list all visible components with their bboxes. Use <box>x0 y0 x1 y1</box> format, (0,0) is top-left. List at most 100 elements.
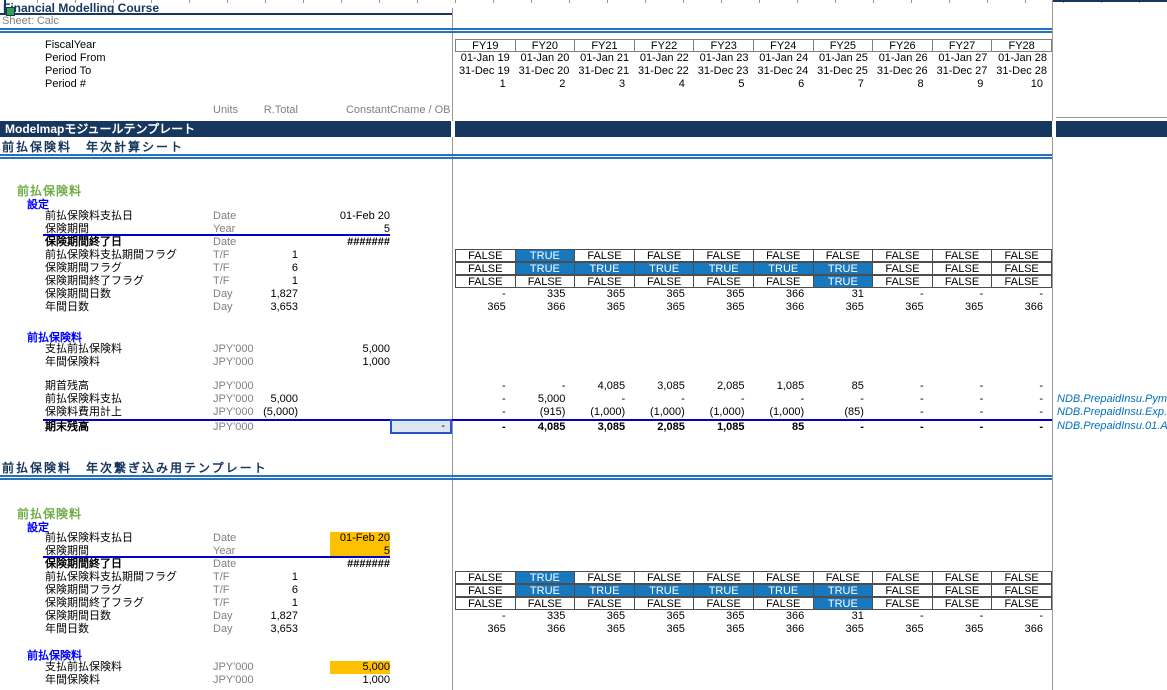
units-cell: Date <box>213 236 236 249</box>
value-cell: - <box>873 380 933 393</box>
constant-cell: 01-Feb 20 <box>330 210 390 223</box>
days-cell: 366 <box>992 623 1052 636</box>
row-label: 保険期間フラグ <box>45 584 122 597</box>
flag-cell: FALSE <box>515 597 576 610</box>
value-cell: - <box>634 393 694 406</box>
value-cell: 3,085 <box>634 380 694 393</box>
period-from-label: Period From <box>45 52 106 65</box>
year-days-cells: 365366365365365366365365365366 <box>455 301 1052 314</box>
input-cell-payment-date[interactable]: 01-Feb 20 <box>330 532 390 545</box>
row-payment-period-flag-link: 前払保険料支払期間フラグ T/F 1 FALSETRUEFALSEFALSEFA… <box>0 571 1167 584</box>
flag-cell: FALSE <box>753 571 814 584</box>
flag-cell: FALSE <box>455 275 516 288</box>
flag-cell: FALSE <box>634 571 695 584</box>
rtotal-cell: 1,827 <box>225 288 298 301</box>
ndb-ref-closing: NDB.PrepaidInsu.01.A.C <box>1057 420 1167 433</box>
input-cell-premium[interactable]: 5,000 <box>330 661 390 674</box>
row-period-flag-link: 保険期間フラグ T/F 6 FALSETRUETRUETRUETRUETRUET… <box>0 584 1167 597</box>
days-cell: - <box>873 610 933 623</box>
flag-cell: FALSE <box>813 571 874 584</box>
period-num-row: Period # 12345678910 <box>0 78 1167 91</box>
row-label: 前払保険料支払日 <box>45 532 133 545</box>
row-period-flag: 保険期間フラグ T/F 6 FALSETRUETRUETRUETRUETRUET… <box>0 262 1167 275</box>
row-label: 年間日数 <box>45 301 89 314</box>
flag-cell: FALSE <box>753 275 814 288</box>
days-cell: 365 <box>813 301 873 314</box>
value-cell: (1,000) <box>634 406 694 419</box>
days-cell: - <box>455 610 515 623</box>
constant-header: Constant <box>330 104 390 117</box>
rtotal-cell: 6 <box>225 584 298 597</box>
value-cell: - <box>992 406 1052 419</box>
row-label: 支払前払保険料 <box>45 343 122 356</box>
flag-cell: FALSE <box>932 597 993 610</box>
period-to-cell: 31-Dec 19 <box>455 65 515 78</box>
value-cell: - <box>813 393 873 406</box>
days-cell: - <box>873 288 933 301</box>
flag-cell: TRUE <box>753 262 814 275</box>
rtotal-cell: 5,000 <box>225 393 298 406</box>
header-double-rule <box>0 28 1052 33</box>
row-closing-balance: 期末残高 JPY'000 -4,0853,0852,0851,08585---- <box>0 421 1167 434</box>
row-label: 期首残高 <box>45 380 89 393</box>
days-cell: - <box>933 288 993 301</box>
active-cell[interactable]: - <box>390 419 452 434</box>
fiscal-year-cell: FY26 <box>872 39 933 52</box>
flag-cell: FALSE <box>455 262 516 275</box>
fiscal-year-cell: FY23 <box>693 39 754 52</box>
value-cell: (1,000) <box>754 406 814 419</box>
value-cell: 4,085 <box>574 380 634 393</box>
flag-cell: FALSE <box>574 597 635 610</box>
row-label: 年間保険料 <box>45 356 100 369</box>
spreadsheet-canvas: Financial Modelling Course Sheet: Calc F… <box>0 0 1167 690</box>
value-cell: - <box>873 406 933 419</box>
flag-cell: TRUE <box>813 584 874 597</box>
period-to-row: Period To 31-Dec 1931-Dec 2031-Dec 2131-… <box>0 65 1167 78</box>
flag-cell: FALSE <box>455 571 516 584</box>
flag-cell: FALSE <box>574 249 635 262</box>
row-label: 保険期間日数 <box>45 288 111 301</box>
days-cell: 365 <box>933 301 993 314</box>
flag-cell: FALSE <box>872 597 933 610</box>
days-cell: 365 <box>634 623 694 636</box>
row-period-end-date: 保険期間終了日 Date ####### <box>0 236 1167 249</box>
days-cell: 31 <box>813 610 873 623</box>
flag-cell: TRUE <box>634 262 695 275</box>
flag-cell: TRUE <box>515 249 576 262</box>
days-cell: 365 <box>873 623 933 636</box>
fiscal-year-cell: FY21 <box>574 39 635 52</box>
value-cell: - <box>933 421 993 434</box>
flag-cell: FALSE <box>932 262 993 275</box>
days-cell: - <box>992 288 1052 301</box>
value-cell: (1,000) <box>694 406 754 419</box>
closing-balance-cells: -4,0853,0852,0851,08585---- <box>455 421 1052 434</box>
period-to-cell: 31-Dec 28 <box>992 65 1052 78</box>
units-cell: Date <box>213 532 236 545</box>
days-cell: 365 <box>694 288 754 301</box>
flag-row-1-link: FALSETRUEFALSEFALSEFALSEFALSEFALSEFALSEF… <box>455 571 1052 584</box>
value-cell: 1,085 <box>754 380 814 393</box>
right-gridline-segment <box>1056 117 1167 118</box>
value-cell: - <box>574 393 634 406</box>
fiscal-year-row: FiscalYear FY19FY20FY21FY22FY23FY24FY25F… <box>0 39 1167 52</box>
period-to-cell: 31-Dec 24 <box>754 65 814 78</box>
rtotal-cell: 1 <box>225 249 298 262</box>
flag-cell: FALSE <box>872 262 933 275</box>
row-label: 保険期間終了フラグ <box>45 597 144 610</box>
premium-payment-cells: -5,000-------- <box>455 393 1052 406</box>
flag-cell: TRUE <box>634 584 695 597</box>
period-from-cell: 01-Jan 21 <box>574 52 634 65</box>
days-cell: 365 <box>574 288 634 301</box>
days-cell: - <box>933 610 993 623</box>
days-cell: 365 <box>574 301 634 314</box>
value-cell: - <box>694 393 754 406</box>
row-payment-date: 前払保険料支払日 Date 01-Feb 20 <box>0 210 1167 223</box>
row-label: 前払保険料支払期間フラグ <box>45 249 177 262</box>
rtotal-cell: 1 <box>225 571 298 584</box>
fiscal-year-cell: FY22 <box>634 39 695 52</box>
rtotal-cell: 1 <box>225 597 298 610</box>
period-num-cell: 2 <box>515 78 575 91</box>
value-cell: - <box>455 406 515 419</box>
days-cell: - <box>992 610 1052 623</box>
period-num-label: Period # <box>45 78 86 91</box>
